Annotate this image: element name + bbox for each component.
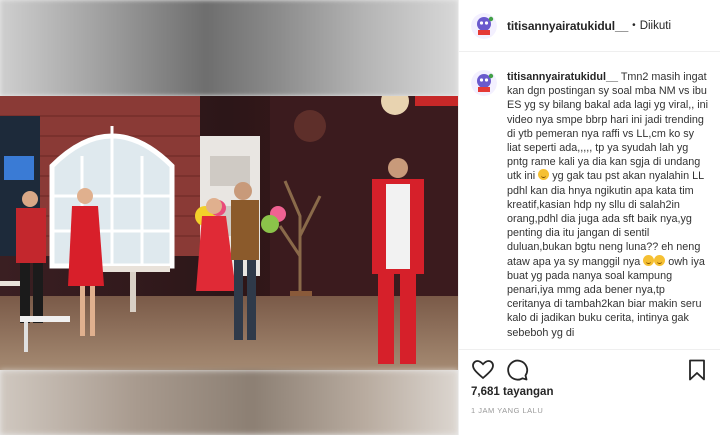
view-count[interactable]: 7,681 tayangan (471, 386, 553, 398)
header-username[interactable]: titisannyairatukidul__ (507, 19, 628, 33)
caption-text: titisannyairatukidul__ Tmn2 masih ingat … (507, 70, 709, 340)
video-scene-image (0, 96, 458, 370)
video-frame[interactable] (0, 96, 458, 370)
post-media[interactable] (0, 0, 458, 435)
blurred-background-bottom (0, 370, 458, 435)
grinning-emoji-icon (538, 169, 550, 181)
blurred-background-top (0, 0, 458, 96)
avatar[interactable] (471, 12, 497, 39)
caption-avatar[interactable] (471, 70, 497, 96)
caption-text-part-3: owh iya buat yg pada nanya soal kampung … (507, 255, 705, 339)
action-bar (459, 349, 720, 389)
view-count-number: 7,681 (471, 386, 500, 398)
caption-text-part-1: Tmn2 masih ingat kan dgn postingan sy so… (507, 71, 709, 183)
comment-icon[interactable] (505, 358, 529, 382)
caption-username[interactable]: titisannyairatukidul__ (507, 71, 618, 83)
post-side-panel: titisannyairatukidul__ • Diikuti titisan… (458, 0, 720, 435)
post-timestamp[interactable]: 1 JAM YANG LALU (471, 406, 543, 415)
grinning-emoji-icon (643, 254, 655, 266)
avatar-image (471, 12, 497, 39)
bookmark-icon[interactable] (685, 358, 709, 382)
view-count-label: tayangan (502, 386, 554, 398)
caption-text-part-2: yg gak tau pst akan nyalahin LL pdhl kan… (507, 170, 704, 268)
grinning-emoji-icon (654, 254, 666, 266)
post-header: titisannyairatukidul__ • Diikuti (459, 0, 720, 52)
caption-avatar-image (471, 70, 497, 96)
heart-icon[interactable] (471, 358, 495, 382)
follow-status-button[interactable]: Diikuti (640, 20, 671, 32)
caption-section: titisannyairatukidul__ Tmn2 masih ingat … (459, 52, 720, 348)
separator-dot: • (632, 20, 636, 31)
